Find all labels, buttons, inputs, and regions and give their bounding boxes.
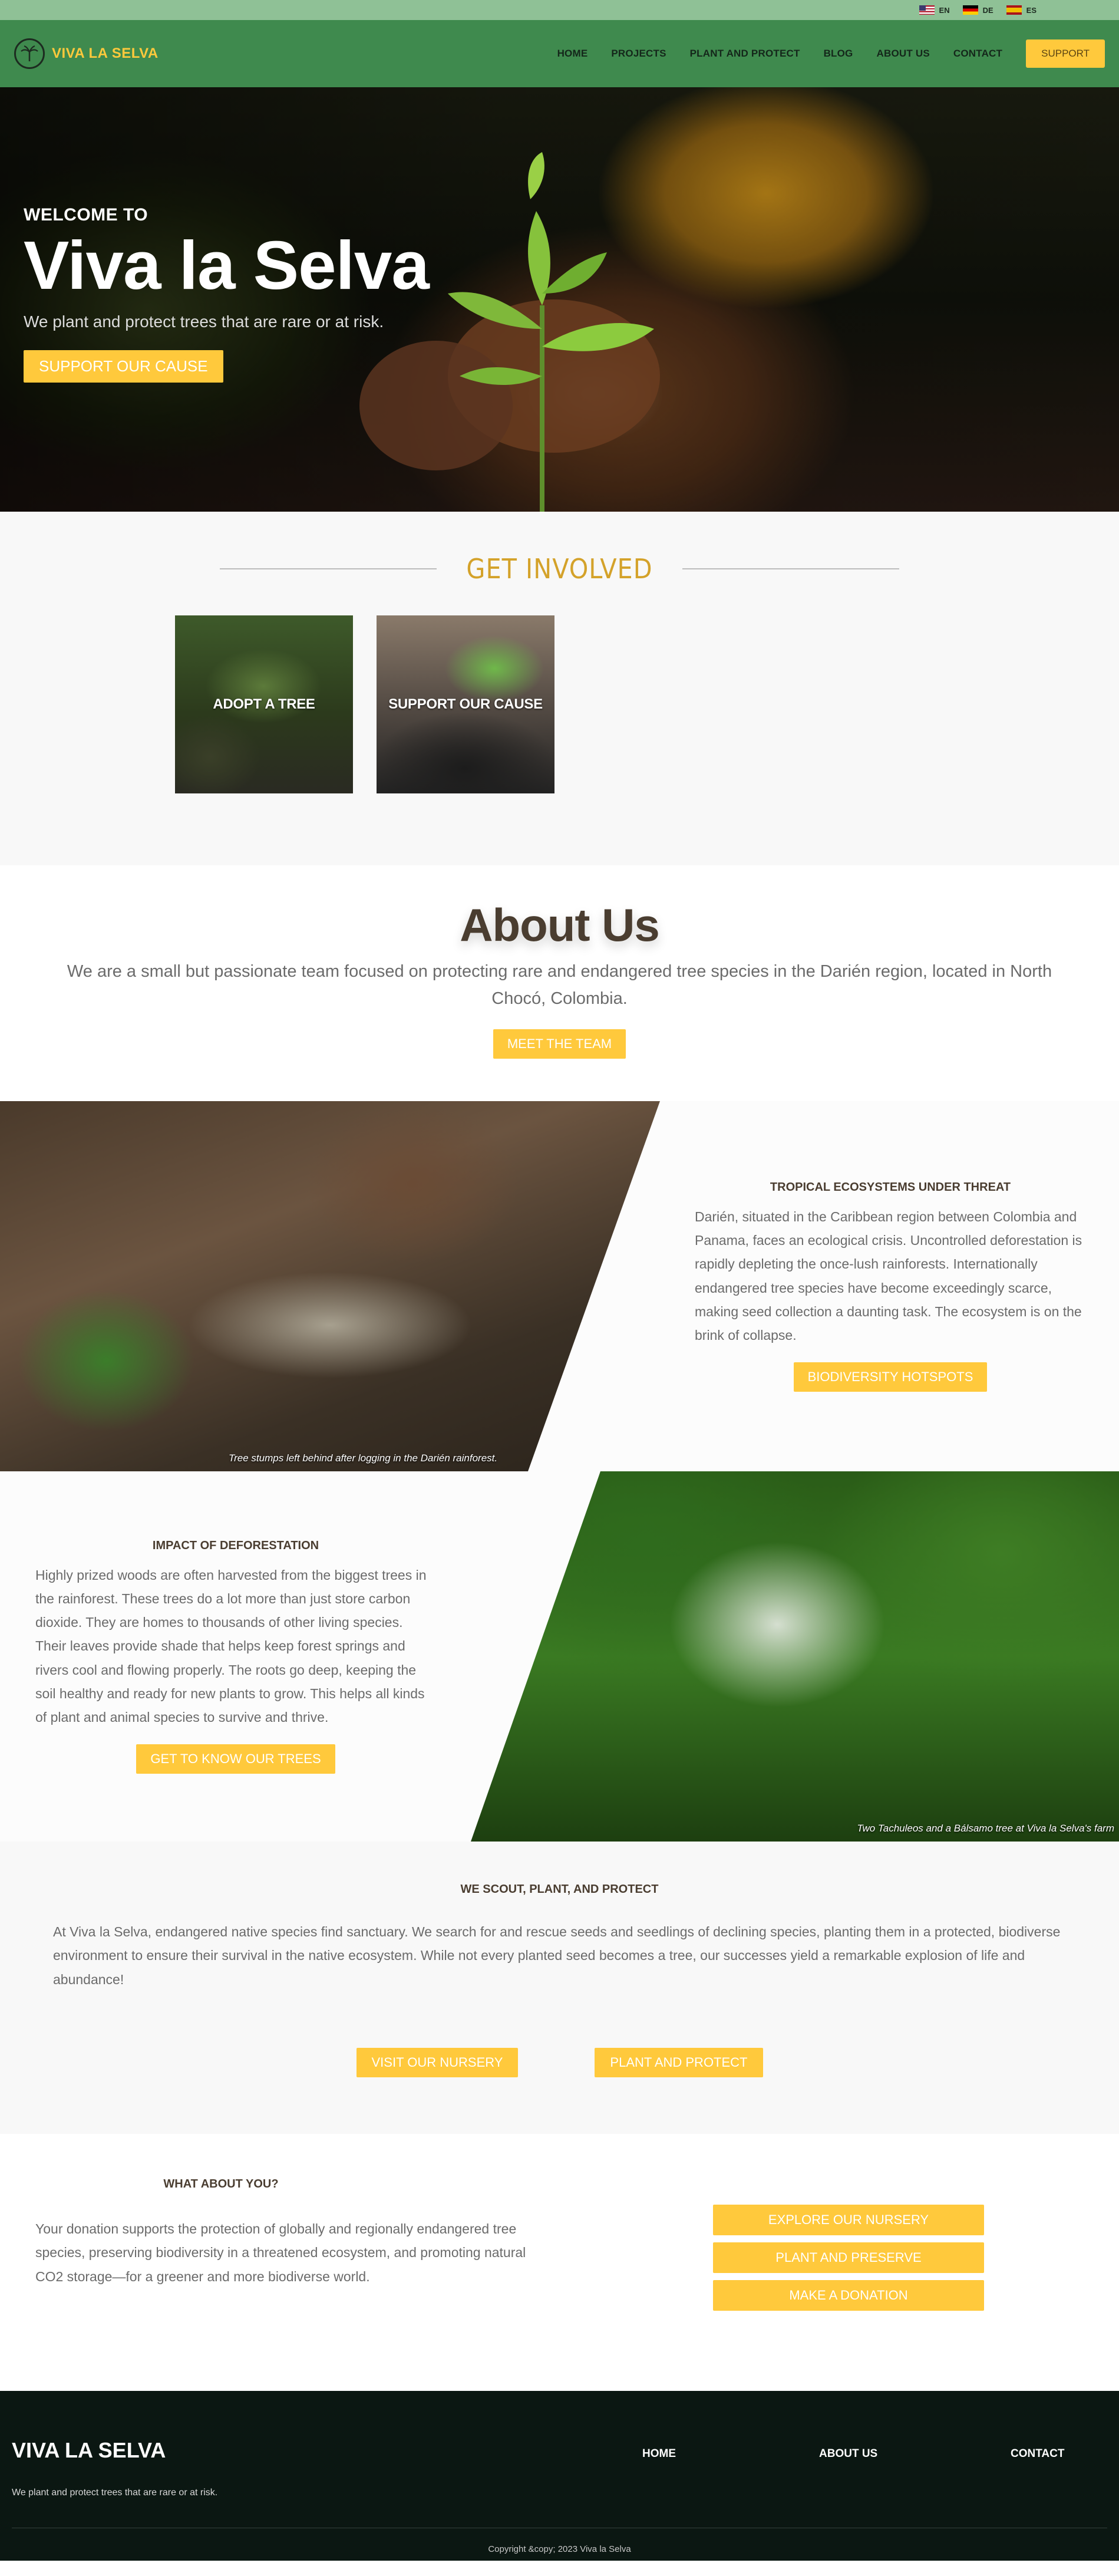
divider-right [682,568,899,569]
nav-projects[interactable]: PROJECTS [611,48,666,60]
impact-body: Highly prized woods are often harvested … [35,1567,427,1725]
threat-button-wrap: BIODIVERSITY HOTSPOTS [695,1362,1086,1392]
plant-and-preserve-button[interactable]: PLANT AND PRESERVE [713,2242,984,2273]
hero-welcome: WELCOME TO [24,205,148,225]
footer-nav-contact[interactable]: CONTACT [1011,2447,1064,2460]
lang-en[interactable]: EN [919,5,950,15]
impact-button-wrap: GET TO KNOW OUR TREES [35,1744,436,1774]
language-bar: EN DE ES [0,0,1119,20]
what-about-you-buttons: EXPLORE OUR NURSERY PLANT AND PRESERVE M… [713,2205,984,2311]
what-about-you-body: Your donation supports the protection of… [35,2221,526,2284]
meet-the-team-button[interactable]: MEET THE TEAM [493,1029,626,1059]
footer-copyright: Copyright &copy; 2023 Viva la Selva [488,2544,631,2554]
scout-heading: WE SCOUT, PLANT, AND PROTECT [460,1883,659,1896]
nav-home[interactable]: HOME [557,48,588,60]
involvement-cards: ADOPT A TREE SUPPORT OUR CAUSE [175,615,554,793]
threat-section: Tree stumps left behind after logging in… [0,1101,1119,1471]
german-flag-icon [962,5,978,15]
biodiversity-hotspots-button[interactable]: BIODIVERSITY HOTSPOTS [793,1362,988,1392]
visit-our-nursery-button[interactable]: VISIT OUR NURSERY [356,2047,519,2077]
get-to-know-our-trees-button[interactable]: GET TO KNOW OUR TREES [136,1744,335,1774]
spanish-flag-icon [1006,5,1022,15]
lang-de[interactable]: DE [962,5,993,15]
support-our-cause-label: SUPPORT OUR CAUSE [388,696,543,712]
nav-plant-and-protect[interactable]: PLANT AND PROTECT [690,48,800,60]
footer-tagline: We plant and protect trees that are rare… [12,2488,218,2498]
hero-text: WELCOME TO Viva la Selva We plant and pr… [24,205,430,383]
divider-left [220,568,437,569]
what-about-you-text: WHAT ABOUT YOU? Your donation supports t… [35,2178,536,2288]
threat-image-caption: Tree stumps left behind after logging in… [229,1452,498,1464]
make-a-donation-button[interactable]: MAKE A DONATION [713,2280,984,2311]
support-button[interactable]: SUPPORT [1026,39,1105,68]
lang-en-label: EN [939,5,950,15]
footer-nav-about-us[interactable]: ABOUT US [819,2447,877,2460]
hero-section: WELCOME TO Viva la Selva We plant and pr… [0,87,1119,512]
lang-es[interactable]: ES [1006,5,1037,15]
about-title: About Us [460,899,660,951]
site-header: VIVA LA SELVA HOME PROJECTS PLANT AND PR… [0,20,1119,87]
hero-title: Viva la Selva [24,227,430,304]
impact-heading: IMPACT OF DEFORESTATION [152,1539,319,1552]
brand-home-link[interactable]: VIVA LA SELVA [14,38,159,69]
brand-name: VIVA LA SELVA [52,45,159,61]
footer-nav-home[interactable]: HOME [642,2447,676,2460]
adopt-a-tree-label: ADOPT A TREE [213,696,315,712]
support-our-cause-button[interactable]: SUPPORT OUR CAUSE [24,350,223,383]
impact-text: IMPACT OF DEFORESTATION Highly prized wo… [35,1471,436,1842]
scout-buttons: VISIT OUR NURSERY PLANT AND PROTECT [53,2047,1066,2077]
scout-body: At Viva la Selva, endangered native spec… [53,1924,1061,1987]
about-section: About Us We are a small but passionate t… [0,865,1119,1101]
explore-our-nursery-button[interactable]: EXPLORE OUR NURSERY [713,2205,984,2235]
logging-stumps-image [0,1101,660,1471]
main-nav: HOME PROJECTS PLANT AND PROTECT BLOG ABO… [557,39,1105,68]
hero-subtitle: We plant and protect trees that are rare… [24,312,384,331]
threat-body: Darién, situated in the Caribbean region… [695,1208,1082,1343]
forest-canopy-image [471,1471,1119,1842]
nav-about-us[interactable]: ABOUT US [876,48,929,60]
impact-section: Two Tachuleos and a Bálsamo tree at Viva… [0,1471,1119,1842]
nav-blog[interactable]: BLOG [824,48,853,60]
threat-text: TROPICAL ECOSYSTEMS UNDER THREAT Darién,… [695,1101,1086,1471]
threat-heading: TROPICAL ECOSYSTEMS UNDER THREAT [770,1180,1011,1194]
lang-de-label: DE [982,5,993,15]
what-about-you-heading: WHAT ABOUT YOU? [163,2178,279,2190]
get-involved-section: GET INVOLVED ADOPT A TREE SUPPORT OUR CA… [0,512,1119,865]
get-involved-title: GET INVOLVED [466,553,653,585]
about-text: We are a small but passionate team focus… [67,962,1052,1009]
plant-and-protect-button[interactable]: PLANT AND PROTECT [595,2047,763,2077]
adopt-a-tree-card[interactable]: ADOPT A TREE [175,615,353,793]
what-about-you-section: WHAT ABOUT YOU? Your donation supports t… [0,2134,1119,2391]
palm-tree-logo-icon [14,38,45,69]
get-involved-heading: GET INVOLVED [0,553,1119,585]
impact-image-caption: Two Tachuleos and a Bálsamo tree at Viva… [857,1823,1114,1834]
lang-es-label: ES [1026,5,1037,15]
footer-brand[interactable]: VIVA LA SELVA [12,2438,166,2463]
site-footer: VIVA LA SELVA We plant and protect trees… [0,2391,1119,2561]
us-flag-icon [919,5,935,15]
nav-contact[interactable]: CONTACT [953,48,1002,60]
support-our-cause-card[interactable]: SUPPORT OUR CAUSE [377,615,554,793]
scout-section: WE SCOUT, PLANT, AND PROTECT At Viva la … [0,1842,1119,2134]
